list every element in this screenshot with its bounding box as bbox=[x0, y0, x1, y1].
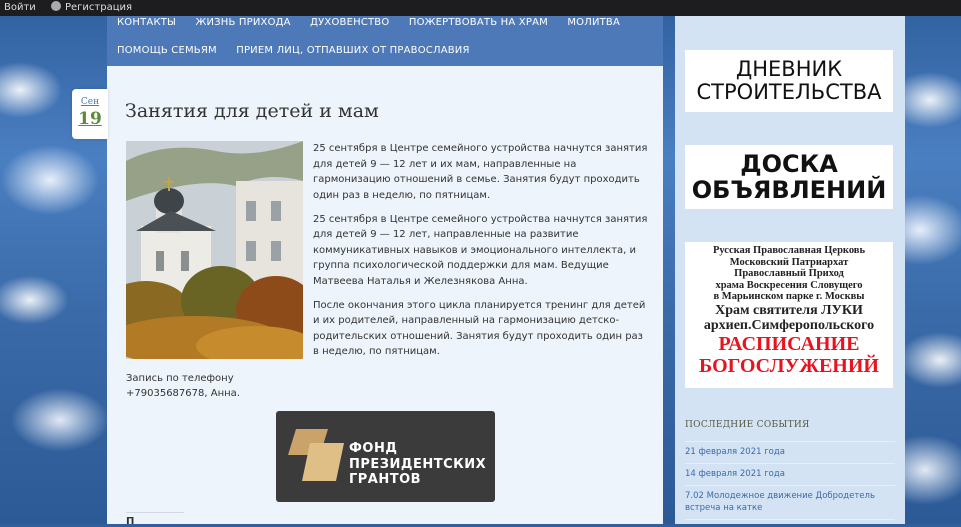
schedule-line: Храм святителя ЛУКИ bbox=[715, 302, 863, 318]
nav-item-parish-life[interactable]: ЖИЗНЬ ПРИХОДА bbox=[195, 17, 290, 28]
nav-item-clergy[interactable]: ДУХОВЕНСТВО bbox=[310, 17, 389, 28]
schedule-line: храма Воскресения Словущего bbox=[715, 279, 863, 291]
schedule-title: БОГОСЛУЖЕНИЙ bbox=[699, 354, 879, 377]
main-navigation: КОНТАКТЫ ЖИЗНЬ ПРИХОДА ДУХОВЕНСТВО ПОЖЕР… bbox=[107, 16, 663, 66]
nav-row-1: КОНТАКТЫ ЖИЗНЬ ПРИХОДА ДУХОВЕНСТВО ПОЖЕР… bbox=[117, 17, 636, 28]
banner-line: ДНЕВНИК bbox=[735, 57, 843, 81]
grants-logo-line: ПРЕЗИДЕНТСКИХ bbox=[349, 456, 487, 472]
schedule-title: РАСПИСАНИЕ bbox=[718, 332, 860, 355]
post-paragraph: 25 сентября в Центре семейного устройств… bbox=[313, 143, 648, 201]
schedule-line: Русская Православная Церковь bbox=[712, 245, 866, 256]
event-link[interactable]: 7.02 Молодежное движение Добродетель вст… bbox=[685, 486, 895, 520]
sidebar: ДНЕВНИК СТРОИТЕЛЬСТВА ДОСКА ОБЪЯВЛЕНИЙ Р… bbox=[675, 16, 905, 524]
schedule-line: архиеп.Симферопольского bbox=[703, 317, 875, 333]
post-title[interactable]: Занятия для детей и мам bbox=[125, 100, 379, 122]
post-body: 25 сентября в Центре семейного устройств… bbox=[313, 141, 649, 368]
banner-line: ДОСКА bbox=[740, 150, 838, 178]
login-link[interactable]: Войти bbox=[4, 0, 36, 16]
schedule-line: в Марьинском парке г. Москвы bbox=[713, 291, 865, 302]
grants-logo-line: ГРАНТОВ bbox=[349, 472, 422, 487]
notice-board-banner[interactable]: ДОСКА ОБЪЯВЛЕНИЙ bbox=[685, 145, 893, 209]
service-schedule-banner[interactable]: Русская Православная Церковь Московский … bbox=[685, 242, 893, 388]
post-month[interactable]: Сен bbox=[72, 97, 108, 107]
post-paragraph: 25 сентября в Центре семейного устройств… bbox=[313, 213, 648, 287]
church-illustration bbox=[126, 141, 303, 359]
construction-diary-banner[interactable]: ДНЕВНИК СТРОИТЕЛЬСТВА bbox=[685, 50, 893, 112]
user-icon bbox=[51, 1, 61, 11]
recent-events-list: 21 февраля 2021 года 14 февраля 2021 год… bbox=[685, 441, 895, 520]
next-section-text: П bbox=[126, 516, 135, 527]
contact-phone: +79035687678, Анна. bbox=[126, 388, 240, 399]
post-contact: Запись по телефону +79035687678, Анна. bbox=[126, 371, 326, 401]
post-date-badge: Сен 19 bbox=[72, 89, 108, 139]
nav-item-reception[interactable]: ПРИЕМ ЛИЦ, ОТПАВШИХ ОТ ПРАВОСЛАВИЯ bbox=[236, 45, 469, 56]
nav-item-family-help[interactable]: ПОМОЩЬ СЕМЬЯМ bbox=[117, 45, 217, 56]
contact-label: Запись по телефону bbox=[126, 373, 234, 384]
divider bbox=[126, 512, 184, 513]
register-link[interactable]: Регистрация bbox=[65, 0, 132, 16]
presidential-grants-logo[interactable]: ФОНД ПРЕЗИДЕНТСКИХ ГРАНТОВ bbox=[276, 411, 495, 502]
top-admin-bar: Войти Регистрация bbox=[0, 0, 961, 16]
post-paragraph: После окончания этого цикла планируется … bbox=[313, 299, 646, 358]
recent-events-heading: ПОСЛЕДНИЕ СОБЫТИЯ bbox=[685, 420, 810, 430]
nav-row-2: ПОМОЩЬ СЕМЬЯМ ПРИЕМ ЛИЦ, ОТПАВШИХ ОТ ПРА… bbox=[117, 45, 486, 56]
event-link[interactable]: 14 февраля 2021 года bbox=[685, 464, 895, 486]
nav-item-contacts[interactable]: КОНТАКТЫ bbox=[117, 17, 176, 28]
church-photo bbox=[126, 141, 303, 359]
schedule-line: Православный Приход bbox=[734, 268, 844, 279]
event-link[interactable]: 21 февраля 2021 года bbox=[685, 441, 895, 464]
nav-item-prayer[interactable]: МОЛИТВА bbox=[567, 17, 620, 28]
banner-line: СТРОИТЕЛЬСТВА bbox=[696, 80, 882, 104]
post-day[interactable]: 19 bbox=[72, 109, 108, 129]
grants-fund-icon bbox=[288, 429, 344, 481]
grants-logo-line: ФОНД bbox=[349, 441, 398, 456]
grants-logo-text: ФОНД ПРЕЗИДЕНТСКИХ ГРАНТОВ bbox=[349, 441, 486, 488]
nav-item-donate[interactable]: ПОЖЕРТВОВАТЬ НА ХРАМ bbox=[409, 17, 548, 28]
banner-line: ОБЪЯВЛЕНИЙ bbox=[691, 176, 887, 204]
schedule-line: Московский Патриархат bbox=[729, 256, 849, 268]
